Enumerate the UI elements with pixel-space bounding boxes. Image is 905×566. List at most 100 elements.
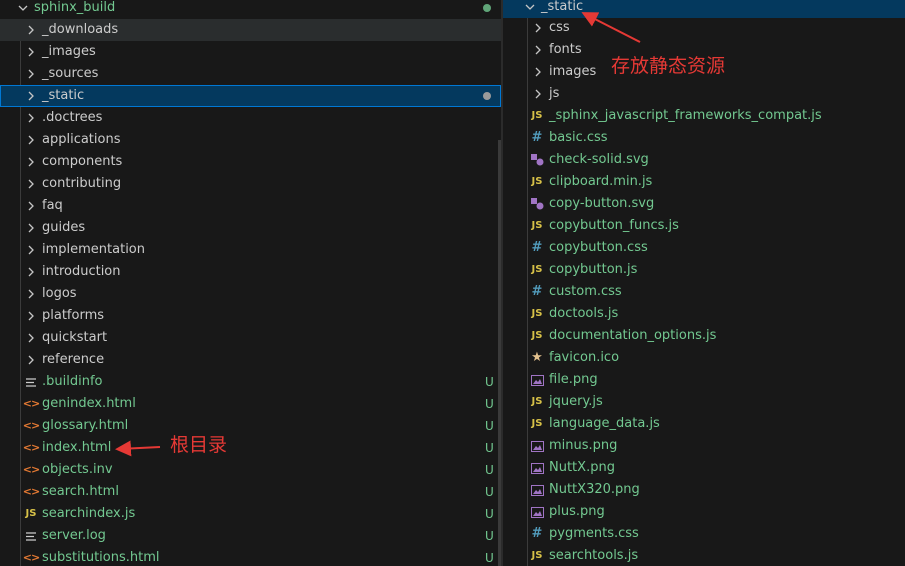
file-favicon-ico[interactable]: ★ favicon.ico [503, 347, 905, 369]
chevron-right-icon[interactable] [23, 217, 39, 239]
file-copybutton-js[interactable]: JS copybutton.js [503, 259, 905, 281]
file-minus-png[interactable]: minus.png [503, 435, 905, 457]
chevron-down-icon[interactable] [15, 0, 31, 19]
chevron-right-icon[interactable] [23, 41, 39, 63]
explorer-root-static[interactable]: _static [503, 0, 905, 18]
html-icon: <> [22, 397, 40, 410]
folder-doctrees[interactable]: .doctrees [0, 107, 501, 129]
image-icon [529, 435, 545, 457]
folder-contributing[interactable]: contributing [0, 173, 501, 195]
file-genindex-html[interactable]: <> genindex.html U [0, 393, 501, 415]
file-file-png[interactable]: file.png [503, 369, 905, 391]
file-label: jquery.js [549, 394, 603, 409]
js-icon: JS [531, 264, 543, 275]
git-status-badge: U [485, 551, 494, 565]
file-plus-png[interactable]: plus.png [503, 501, 905, 523]
file-jquery-js[interactable]: JS jquery.js [503, 391, 905, 413]
folder-images[interactable]: _images [0, 41, 501, 63]
folder-downloads[interactable]: _downloads [0, 19, 501, 41]
chevron-right-icon[interactable] [23, 305, 39, 327]
file-searchindex-js[interactable]: JS searchindex.js U [0, 503, 501, 525]
file-search-html[interactable]: <> search.html U [0, 481, 501, 503]
file-label: file.png [549, 372, 598, 387]
chevron-right-icon[interactable] [23, 63, 39, 85]
folder-quickstart[interactable]: quickstart [0, 327, 501, 349]
file-custom-css[interactable]: # custom.css [503, 281, 905, 303]
folder-css[interactable]: css [503, 17, 905, 39]
folder-logos[interactable]: logos [0, 283, 501, 305]
chevron-right-icon[interactable] [530, 39, 546, 61]
js-icon: JS [531, 220, 543, 231]
folder-implementation[interactable]: implementation [0, 239, 501, 261]
folder-label: _static [42, 88, 85, 103]
folder-label: introduction [42, 264, 121, 279]
file-substitutions-html[interactable]: <> substitutions.html U [0, 547, 501, 566]
js-icon: JS [531, 176, 543, 187]
chevron-right-icon[interactable] [23, 151, 39, 173]
folder-label: _images [42, 44, 96, 59]
chevron-right-icon[interactable] [530, 83, 546, 105]
chevron-right-icon[interactable] [23, 173, 39, 195]
chevron-right-icon[interactable] [23, 261, 39, 283]
folder-label: implementation [42, 242, 146, 257]
file-copybutton-css[interactable]: # copybutton.css [503, 237, 905, 259]
css-icon: # [531, 240, 543, 255]
folder-label: sphinx_build [34, 0, 116, 15]
chevron-right-icon[interactable] [530, 17, 546, 39]
folder-reference[interactable]: reference [0, 349, 501, 371]
chevron-right-icon[interactable] [23, 349, 39, 371]
folder-components[interactable]: components [0, 151, 501, 173]
image-icon [529, 369, 545, 391]
file-glossary-html[interactable]: <> glossary.html U [0, 415, 501, 437]
file-buildinfo[interactable]: .buildinfo U [0, 371, 501, 393]
folder-sources[interactable]: _sources [0, 63, 501, 85]
file-documentation-options-js[interactable]: JS documentation_options.js [503, 325, 905, 347]
chevron-right-icon[interactable] [23, 195, 39, 217]
file-objects-inv[interactable]: <> objects.inv U [0, 459, 501, 481]
file-nuttx320-png[interactable]: NuttX320.png [503, 479, 905, 501]
file-label: check-solid.svg [549, 152, 649, 167]
chevron-right-icon[interactable] [23, 107, 39, 129]
chevron-right-icon[interactable] [23, 283, 39, 305]
folder-label: guides [42, 220, 86, 235]
file-index-html[interactable]: <> index.html U [0, 437, 501, 459]
folder-static[interactable]: _static [0, 85, 501, 107]
chevron-right-icon[interactable] [23, 85, 39, 107]
file-nuttx-png[interactable]: NuttX.png [503, 457, 905, 479]
folder-label: js [549, 86, 560, 101]
file-searchtools-js[interactable]: JS searchtools.js [503, 545, 905, 566]
file-label: search.html [42, 484, 119, 499]
file-label: doctools.js [549, 306, 619, 321]
file-label: custom.css [549, 284, 622, 299]
chevron-right-icon[interactable] [23, 19, 39, 41]
git-status-badge: U [485, 529, 494, 543]
file-label: searchindex.js [42, 506, 136, 521]
file-pygments-css[interactable]: # pygments.css [503, 523, 905, 545]
chevron-down-icon[interactable] [522, 0, 538, 18]
folder-guides[interactable]: guides [0, 217, 501, 239]
file-label: plus.png [549, 504, 605, 519]
explorer-root-sphinx-build[interactable]: sphinx_build [0, 0, 501, 19]
folder-js[interactable]: js [503, 83, 905, 105]
file-server-log[interactable]: server.log U [0, 525, 501, 547]
file-copybutton-funcs-js[interactable]: JS copybutton_funcs.js [503, 215, 905, 237]
file-check-solid-svg[interactable]: check-solid.svg [503, 149, 905, 171]
file-language-data-js[interactable]: JS language_data.js [503, 413, 905, 435]
file-copy-button-svg[interactable]: copy-button.svg [503, 193, 905, 215]
chevron-right-icon[interactable] [23, 239, 39, 261]
file-label: documentation_options.js [549, 328, 717, 343]
folder-platforms[interactable]: platforms [0, 305, 501, 327]
chevron-right-icon[interactable] [23, 327, 39, 349]
file-doctools-js[interactable]: JS doctools.js [503, 303, 905, 325]
file-label: basic.css [549, 130, 608, 145]
file-clipboard-min-js[interactable]: JS clipboard.min.js [503, 171, 905, 193]
chevron-right-icon[interactable] [23, 129, 39, 151]
folder-label: css [549, 20, 570, 35]
file-label: NuttX320.png [549, 482, 640, 497]
folder-applications[interactable]: applications [0, 129, 501, 151]
folder-faq[interactable]: faq [0, 195, 501, 217]
folder-introduction[interactable]: introduction [0, 261, 501, 283]
chevron-right-icon[interactable] [530, 61, 546, 83]
file-sphinx-javascript-frameworks-compat-js[interactable]: JS _sphinx_javascript_frameworks_compat.j… [503, 105, 905, 127]
file-basic-css[interactable]: # basic.css [503, 127, 905, 149]
